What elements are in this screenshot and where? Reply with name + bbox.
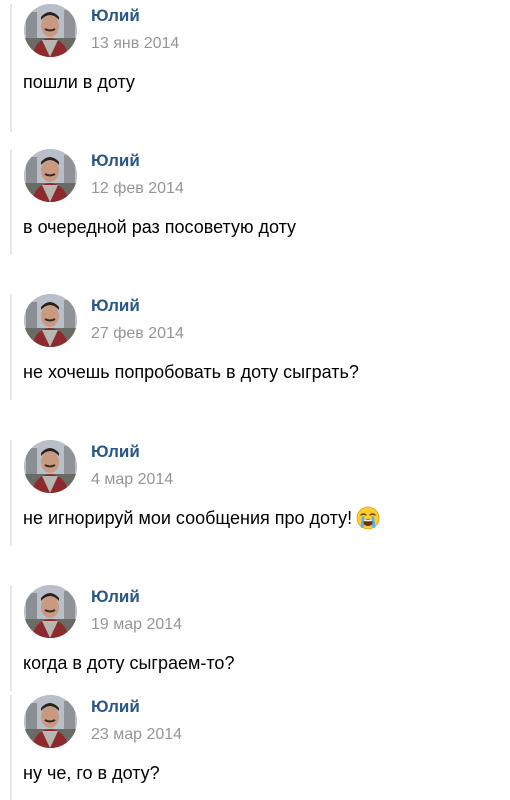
message-group: Юлий 27 фев 2014 не хочешь попробовать в… bbox=[0, 294, 510, 402]
message-text-content: не игнорируй мои сообщения про доту! bbox=[23, 508, 353, 528]
message-date[interactable]: 12 фев 2014 bbox=[91, 178, 184, 200]
message-date[interactable]: 13 янв 2014 bbox=[91, 33, 179, 55]
avatar[interactable] bbox=[24, 585, 77, 638]
message-feed: Юлий 13 янв 2014 пошли в доту Юлий 12 фе… bbox=[0, 0, 510, 800]
avatar-image bbox=[24, 585, 77, 638]
message-group: Юлий 13 янв 2014 пошли в доту bbox=[0, 4, 510, 134]
avatar[interactable] bbox=[24, 440, 77, 493]
author-name[interactable]: Юлий bbox=[91, 295, 140, 317]
message-text: когда в доту сыграем-то? bbox=[23, 653, 235, 673]
message-text: не хочешь попробовать в доту сыграть? bbox=[23, 362, 359, 382]
author-name[interactable]: Юлий bbox=[91, 441, 140, 463]
divider bbox=[10, 440, 12, 546]
message-text: ну че, го в доту? bbox=[23, 763, 160, 783]
message-date[interactable]: 4 мар 2014 bbox=[91, 469, 173, 491]
message-date[interactable]: 19 мар 2014 bbox=[91, 614, 182, 636]
author-name[interactable]: Юлий bbox=[91, 586, 140, 608]
avatar-image bbox=[24, 4, 77, 57]
divider bbox=[10, 149, 12, 255]
message-group: Юлий 12 фев 2014 в очередной раз посовет… bbox=[0, 149, 510, 257]
author-name[interactable]: Юлий bbox=[91, 150, 140, 172]
avatar-image bbox=[24, 695, 77, 748]
message-text: в очередной раз посоветую доту bbox=[23, 217, 297, 237]
divider bbox=[10, 4, 12, 132]
avatar[interactable] bbox=[24, 695, 77, 748]
message-date[interactable]: 27 фев 2014 bbox=[91, 323, 184, 345]
avatar[interactable] bbox=[24, 149, 77, 202]
message-text: пошли в доту bbox=[23, 72, 135, 92]
avatar-image bbox=[24, 294, 77, 347]
author-name[interactable]: Юлий bbox=[91, 696, 140, 718]
message-group: Юлий 4 мар 2014 не игнорируй мои сообщен… bbox=[0, 440, 510, 548]
message-group: Юлий 23 мар 2014 ну че, го в доту? bbox=[0, 695, 510, 800]
divider bbox=[10, 585, 12, 691]
avatar[interactable] bbox=[24, 4, 77, 57]
message-text: не игнорируй мои сообщения про доту! bbox=[23, 506, 380, 530]
loudly-crying-face-icon bbox=[356, 506, 380, 530]
message-date[interactable]: 23 мар 2014 bbox=[91, 724, 182, 746]
divider bbox=[10, 695, 12, 800]
message-group: Юлий 19 мар 2014 когда в доту сыграем-то… bbox=[0, 585, 510, 693]
avatar-image bbox=[24, 440, 77, 493]
avatar-image bbox=[24, 149, 77, 202]
avatar[interactable] bbox=[24, 294, 77, 347]
author-name[interactable]: Юлий bbox=[91, 5, 140, 27]
divider bbox=[10, 294, 12, 400]
